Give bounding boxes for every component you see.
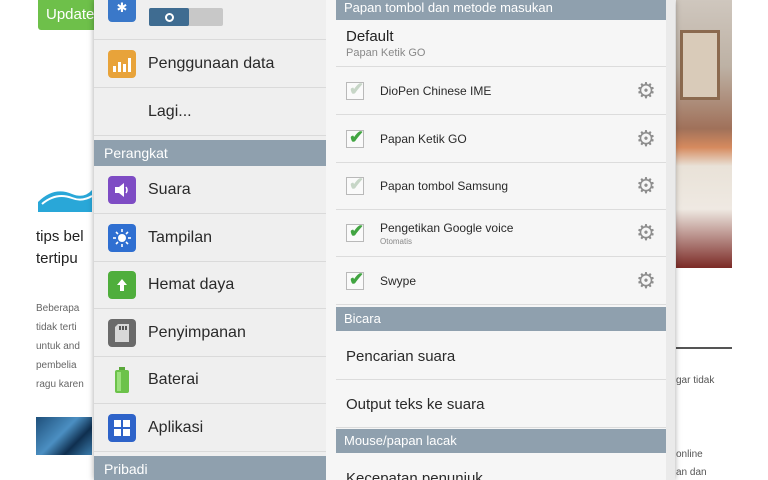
battery-icon [108,366,136,394]
keyboard-row[interactable]: ✔ Pengetikan Google voice Otomatis ⚙ [336,210,666,257]
gear-icon[interactable]: ⚙ [634,79,658,103]
menu-item-power-saving[interactable]: Hemat daya [94,262,326,309]
toggle-knob [149,8,189,26]
keyboard-label: Papan Ketik GO [380,132,467,146]
keyboard-settings-panel: Papan tombol dan metode masukan Default … [326,0,675,480]
checkmark-icon: ✔ [349,174,365,194]
keyboard-label: Papan tombol Samsung [380,179,509,193]
menu-item-label: Aplikasi [148,419,204,436]
pointer-speed-item[interactable]: Kecepatan penunjuk [336,455,666,480]
divider [676,347,732,349]
article-excerpt: Beberapa tidak terti untuk and pembelia … [36,303,84,390]
section-header-speech: Bicara [336,307,666,331]
keyboard-label: Pengetikan Google voice [380,220,514,235]
checkmark-icon: ✔ [349,79,365,99]
keyboard-checkbox[interactable]: ✔ [346,269,364,290]
keyboard-checkbox[interactable]: ✔ [346,127,364,148]
menu-item-storage[interactable]: Penyimpanan [94,310,326,357]
keyboard-text: Papan tombol Samsung [380,179,634,193]
checkmark-icon: ✔ [349,221,365,241]
article-title[interactable]: tips bel tertipu [36,226,96,270]
keyboard-row[interactable]: ✔ Papan Ketik GO ⚙ [336,116,666,163]
checkmark-icon: ✔ [349,127,365,147]
side-text: gar tidak [676,375,715,386]
section-header-keyboard: Papan tombol dan metode masukan [336,0,666,20]
text-to-speech-item[interactable]: Output teks ke suara [336,381,666,428]
default-value: Papan Ketik GO [346,47,426,59]
menu-item-label: Hemat daya [148,276,235,293]
section-header-device: Perangkat [94,140,326,166]
menu-item-label: Lagi... [148,103,192,120]
menu-item-label: Penggunaan data [148,55,275,72]
default-title: Default [346,28,394,45]
keyboard-sublabel: Otomatis [380,236,413,246]
section-header-personal: Pribadi [94,456,326,480]
storage-icon [108,319,136,347]
keyboard-text: Swype [380,274,634,288]
keyboard-checkbox[interactable]: ✔ [346,79,364,100]
keyboard-label: DioPen Chinese IME [380,84,492,98]
apps-icon [108,414,136,442]
menu-item-battery[interactable]: Baterai [94,357,326,404]
settings-screen: ✱ Penggunaan data Lagi... Perangkat Suar… [94,0,675,480]
bluetooth-row[interactable]: ✱ [94,0,326,40]
keyboard-row[interactable]: ✔ Papan tombol Samsung ⚙ [336,163,666,210]
bluetooth-icon: ✱ [108,0,136,22]
keyboard-row[interactable]: ✔ DioPen Chinese IME ⚙ [336,68,666,115]
gear-icon[interactable]: ⚙ [634,221,658,245]
checkmark-icon: ✔ [349,269,365,289]
section-header-mouse: Mouse/papan lacak [336,429,666,453]
settings-menu: ✱ Penggunaan data Lagi... Perangkat Suar… [94,0,326,480]
update-button[interactable]: Update [38,0,100,30]
gear-icon[interactable]: ⚙ [634,127,658,151]
photo-frame [680,30,720,100]
keyboard-checkbox[interactable]: ✔ [346,174,364,195]
keyboard-checkbox[interactable]: ✔ [346,221,364,242]
menu-item-label: Suara [148,181,191,198]
display-icon [108,224,136,252]
menu-item-sound[interactable]: Suara [94,167,326,214]
menu-item-display[interactable]: Tampilan [94,215,326,262]
gear-icon[interactable]: ⚙ [634,174,658,198]
menu-item-data-usage[interactable]: Penggunaan data [94,41,326,88]
voice-search-item[interactable]: Pencarian suara [336,333,666,380]
gear-icon[interactable]: ⚙ [634,269,658,293]
article-thumbnail[interactable] [36,417,92,455]
menu-item-label: Baterai [148,371,199,388]
menu-item-apps[interactable]: Aplikasi [94,405,326,452]
menu-item-more[interactable]: Lagi... [94,89,326,136]
bluetooth-toggle[interactable] [149,8,223,26]
data-usage-icon [108,50,136,78]
keyboard-text: Pengetikan Google voice Otomatis [380,221,634,246]
menu-item-spacer [108,98,136,126]
menu-item-label: Tampilan [148,229,213,246]
keyboard-text: Papan Ketik GO [380,132,634,146]
default-keyboard-row[interactable]: Default Papan Ketik GO [336,21,666,67]
keyboard-label: Swype [380,274,417,288]
pane-edge [666,0,675,480]
sound-icon [108,176,136,204]
menu-item-label: Penyimpanan [148,324,246,341]
keyboard-row[interactable]: ✔ Swype ⚙ [336,258,666,305]
power-saving-icon [108,271,136,299]
side-text-2: online an dan [676,449,707,478]
keyboard-text: DioPen Chinese IME [380,84,634,98]
article-logo-icon [38,190,93,212]
